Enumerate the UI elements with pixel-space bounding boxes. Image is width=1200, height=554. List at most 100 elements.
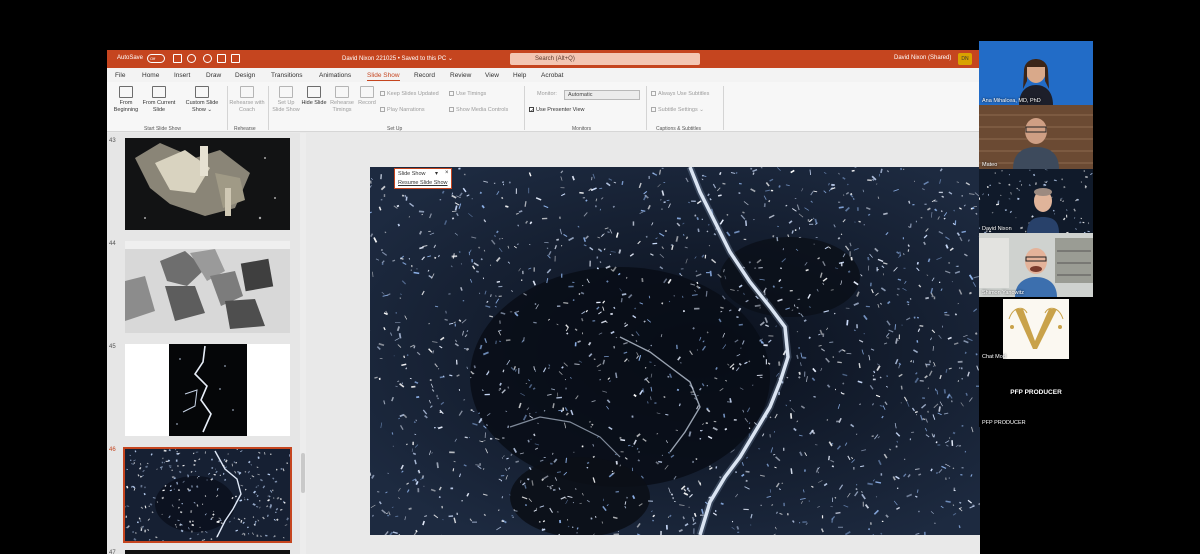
participant-tile[interactable]: Shimon Yanowitz bbox=[979, 233, 1093, 297]
participant-tile[interactable]: PFP PRODUCER PFP PRODUCER bbox=[979, 361, 1093, 427]
speckle bbox=[479, 463, 481, 466]
tab-record[interactable]: Record bbox=[414, 72, 435, 79]
rehearse-timings-label: Rehearse Timings bbox=[330, 100, 354, 113]
save-icon[interactable] bbox=[173, 54, 182, 63]
tab-review[interactable]: Review bbox=[450, 72, 471, 79]
speckle bbox=[664, 230, 667, 232]
speckle bbox=[401, 382, 403, 385]
tab-slide-show[interactable]: Slide Show bbox=[367, 72, 400, 81]
scrollbar-thumb[interactable] bbox=[301, 453, 305, 493]
tab-draw[interactable]: Draw bbox=[206, 72, 221, 79]
undo-icon[interactable] bbox=[187, 54, 196, 63]
close-icon[interactable]: × bbox=[445, 170, 449, 176]
tab-view[interactable]: View bbox=[485, 72, 499, 79]
speckle bbox=[868, 528, 870, 531]
participant-tile[interactable]: Ana Mihalcea, MD, PhD bbox=[979, 41, 1093, 105]
speckle bbox=[692, 460, 694, 463]
participant-name: Shimon Yanowitz bbox=[982, 290, 1024, 296]
speckle bbox=[270, 504, 272, 507]
hide-slide-button[interactable]: Hide Slide bbox=[301, 86, 327, 107]
redo-icon[interactable] bbox=[203, 54, 212, 63]
set-up-slide-show-button[interactable]: Set Up Slide Show bbox=[271, 86, 301, 114]
speckle bbox=[856, 324, 859, 329]
slide-thumbnail-selected[interactable] bbox=[123, 447, 292, 543]
always-subtitles-checkbox[interactable]: Always Use Subtitles bbox=[651, 91, 709, 97]
user-avatar[interactable]: DN bbox=[958, 53, 972, 65]
group-label-setup: Set Up bbox=[387, 126, 403, 132]
speckle bbox=[960, 474, 963, 476]
subtitle-settings-button[interactable]: Subtitle Settings ⌄ bbox=[651, 107, 704, 113]
speckle bbox=[592, 320, 596, 322]
speckle bbox=[378, 377, 381, 380]
speckle bbox=[565, 387, 567, 390]
speckle bbox=[395, 312, 397, 314]
slide-thumbnail[interactable] bbox=[125, 344, 290, 436]
record-button[interactable]: Record bbox=[355, 86, 379, 107]
rehearse-timings-button[interactable]: Rehearse Timings bbox=[327, 86, 357, 114]
quick-access-more-icon[interactable] bbox=[231, 54, 240, 63]
participant-tile[interactable]: David Nixon bbox=[979, 169, 1093, 233]
tab-animations[interactable]: Animations bbox=[319, 72, 351, 79]
from-beginning-button[interactable]: From Beginning bbox=[110, 86, 142, 114]
speckle bbox=[794, 198, 797, 199]
speckle bbox=[596, 256, 599, 259]
speckle bbox=[862, 501, 864, 507]
speckle bbox=[972, 504, 975, 507]
slide-image[interactable] bbox=[370, 167, 980, 535]
speckle bbox=[144, 486, 146, 489]
tab-design[interactable]: Design bbox=[235, 72, 255, 79]
speckle bbox=[125, 515, 127, 518]
slide-thumbnail[interactable] bbox=[125, 550, 290, 554]
speckle bbox=[436, 394, 438, 398]
tab-file[interactable]: File bbox=[115, 72, 125, 79]
speckle bbox=[502, 437, 505, 439]
show-media-controls-checkbox[interactable]: Show Media Controls bbox=[449, 107, 508, 113]
resume-slide-show-link[interactable]: Resume Slide Show bbox=[398, 180, 448, 186]
slide-thumbnail[interactable] bbox=[125, 138, 290, 230]
chevron-down-icon[interactable]: ▾ bbox=[435, 170, 438, 177]
ribbon-separator bbox=[227, 86, 228, 130]
ribbon-separator bbox=[524, 86, 525, 130]
speckle bbox=[144, 529, 147, 533]
autosave-toggle[interactable]: Off bbox=[147, 54, 165, 63]
speckle bbox=[434, 427, 436, 429]
play-narrations-checkbox[interactable]: Play Narrations bbox=[380, 107, 425, 113]
use-timings-checkbox[interactable]: Use Timings bbox=[449, 91, 486, 97]
presenter-view-checkbox[interactable]: ✓Use Presenter View bbox=[529, 107, 585, 114]
user-name[interactable]: David Nixon (Shared) bbox=[894, 55, 951, 61]
speckle bbox=[713, 420, 717, 423]
tab-help[interactable]: Help bbox=[513, 72, 526, 79]
tab-insert[interactable]: Insert bbox=[174, 72, 190, 79]
speckle bbox=[822, 333, 825, 337]
speckle bbox=[794, 229, 797, 231]
speckle bbox=[952, 248, 954, 250]
speckle bbox=[210, 518, 213, 520]
speckle bbox=[596, 301, 601, 304]
speckle bbox=[979, 227, 980, 229]
tab-acrobat[interactable]: Acrobat bbox=[541, 72, 563, 79]
keep-slides-updated-checkbox[interactable]: Keep Slides Updated bbox=[380, 91, 439, 97]
rehearse-coach-button[interactable]: Rehearse with Coach bbox=[229, 86, 265, 114]
tab-transitions[interactable]: Transitions bbox=[271, 72, 303, 79]
monitor-dropdown[interactable]: Automatic bbox=[564, 90, 640, 100]
participant-tile[interactable]: Chat Mod bbox=[979, 297, 1093, 361]
speckle bbox=[765, 359, 767, 365]
speckle bbox=[562, 407, 565, 411]
present-icon[interactable] bbox=[217, 54, 226, 63]
document-title[interactable]: David Nixon 221025 • Saved to this PC ⌄ bbox=[342, 55, 453, 62]
participant-tile[interactable]: Mateo bbox=[979, 105, 1093, 169]
speckle bbox=[672, 497, 674, 500]
speckle bbox=[417, 488, 420, 493]
speckle bbox=[528, 187, 530, 194]
speckle bbox=[423, 485, 425, 487]
speckle bbox=[135, 532, 137, 534]
speckle bbox=[856, 207, 859, 211]
search-box[interactable]: Search (Alt+Q) bbox=[510, 53, 700, 65]
tab-home[interactable]: Home bbox=[142, 72, 159, 79]
slide-thumbnail[interactable] bbox=[125, 241, 290, 333]
speckle bbox=[915, 220, 917, 223]
custom-slide-show-button[interactable]: Custom Slide Show ⌄ bbox=[183, 86, 221, 114]
from-current-slide-button[interactable]: From Current Slide bbox=[142, 86, 176, 114]
speckle bbox=[161, 461, 163, 464]
speckle bbox=[428, 230, 431, 232]
